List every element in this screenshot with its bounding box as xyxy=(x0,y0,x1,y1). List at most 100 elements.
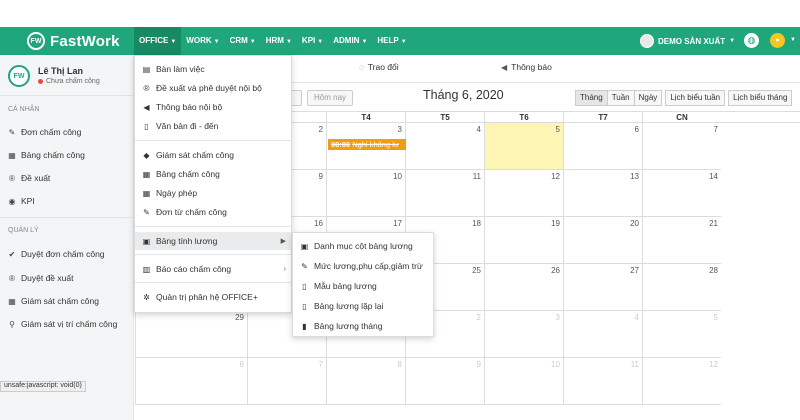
view-month-button[interactable]: Tháng xyxy=(575,90,608,106)
day-number: 3 xyxy=(555,313,560,322)
calendar-icon: ▦ xyxy=(8,296,16,306)
calendar-day[interactable]: 6 xyxy=(563,123,642,170)
nav-label: WORK xyxy=(186,36,212,45)
calendar-day[interactable]: 10 xyxy=(484,358,563,405)
menu-item-ngay-phep[interactable]: ▦ Ngày phép xyxy=(135,184,291,202)
status-text: Chưa chấm công xyxy=(46,78,100,85)
tab-thong-bao[interactable]: ◀ Thông báo xyxy=(501,62,552,72)
calendar-day[interactable]: 14 xyxy=(642,170,721,217)
menu-item-quan-tri[interactable]: ✲ Quản trị phân hệ OFFICE+ xyxy=(135,288,291,306)
menu-item-label: Quản trị phân hệ OFFICE+ xyxy=(156,292,258,302)
top-whitespace xyxy=(0,0,800,27)
app-window: FW FastWork OFFICE ▼ WORK ▼ CRM ▼ HRM ▼ KPI ▼… xyxy=(0,0,800,420)
logo[interactable]: FW FastWork xyxy=(27,32,120,50)
user-profile[interactable]: FW Lê Thị Lan Chưa chấm công xyxy=(8,63,128,91)
menu-item-bang-tinh-luong[interactable]: ▣ Bảng tính lương ▶ xyxy=(135,232,291,250)
sidebar-item-de-xuat[interactable]: ® Đề xuất xyxy=(6,169,131,187)
calendar-day-today[interactable]: 5 xyxy=(484,123,563,170)
sidebar-item-duyet-de-xuat[interactable]: ® Duyệt đề xuất xyxy=(6,269,131,287)
nav-work[interactable]: WORK ▼ xyxy=(181,27,224,55)
nav-admin[interactable]: ADMIN ▼ xyxy=(328,27,372,55)
company-avatar xyxy=(640,34,654,48)
document-icon: ▯ xyxy=(144,121,149,131)
menu-item-de-xuat-phe-duyet[interactable]: ® Đề xuất và phê duyệt nội bộ xyxy=(135,79,291,97)
globe-icon[interactable]: ◍ xyxy=(744,33,759,48)
menu-item-label: Bàn làm việc xyxy=(156,64,205,74)
view-month-agenda-button[interactable]: Lịch biểu tháng xyxy=(728,90,793,106)
calendar-day[interactable]: 13 xyxy=(563,170,642,217)
calendar-day[interactable]: 27 xyxy=(563,264,642,311)
calendar-day[interactable]: 7 xyxy=(642,123,721,170)
tab-trao-doi[interactable]: ◌ Trao đổi xyxy=(359,62,399,72)
calendar-day[interactable]: 10 xyxy=(326,170,405,217)
day-number: 6 xyxy=(634,125,639,134)
calendar-day[interactable]: 12 xyxy=(484,170,563,217)
day-number: 20 xyxy=(630,219,639,228)
calendar-day[interactable]: 3 xyxy=(484,311,563,358)
calendar-day[interactable]: 7 xyxy=(247,358,326,405)
user-menu-icon[interactable]: ● xyxy=(770,33,785,48)
day-number: 14 xyxy=(709,172,718,181)
menu-item-bang-cham-cong[interactable]: ▦ Bảng chấm công xyxy=(135,165,291,183)
calendar-day[interactable]: 19 xyxy=(484,217,563,264)
calendar-day[interactable]: 8 xyxy=(326,358,405,405)
sidebar-item-duyet-don[interactable]: ✔ Duyệt đơn chấm công xyxy=(6,245,131,263)
calendar-event[interactable]: 00:00 Nghỉ không lư xyxy=(328,139,406,150)
menu-item-thong-bao-noi-bo[interactable]: ◀ Thông báo nội bộ xyxy=(135,98,291,116)
calendar-day[interactable]: 28 xyxy=(642,264,721,311)
calendar-icon: ▦ xyxy=(142,188,151,198)
registered-icon: ® xyxy=(9,173,15,183)
nav-hrm[interactable]: HRM ▼ xyxy=(261,27,297,55)
nav-office[interactable]: OFFICE ▼ xyxy=(134,27,182,55)
menu-item-van-ban[interactable]: ▯ Văn bản đi - đến xyxy=(135,117,291,135)
sidebar-item-don-cham-cong[interactable]: ✎ Đơn chấm công xyxy=(6,123,131,141)
calendar-day[interactable]: 4 xyxy=(563,311,642,358)
calendar-day[interactable]: 26 xyxy=(484,264,563,311)
calendar-day[interactable]: 20 xyxy=(563,217,642,264)
menu-item-ban-lam-viec[interactable]: ▤ Bàn làm việc xyxy=(135,60,291,78)
calendar-day[interactable]: 6 xyxy=(135,358,247,405)
today-button[interactable]: Hôm nay xyxy=(307,90,354,106)
day-number: 25 xyxy=(472,266,481,275)
view-day-button[interactable]: Ngày xyxy=(633,90,663,106)
sidebar-item-kpi[interactable]: ◉ KPI xyxy=(6,192,131,210)
calendar-day[interactable]: 9 xyxy=(405,358,484,405)
menu-item-giam-sat-cham-cong[interactable]: ◆ Giám sát chấm công xyxy=(135,146,291,164)
nav-crm[interactable]: CRM ▼ xyxy=(225,27,261,55)
day-number: 2 xyxy=(476,313,481,322)
menu-item-don-tu-cham-cong[interactable]: ✎ Đơn từ chấm công xyxy=(135,203,291,221)
day-number: 29 xyxy=(235,313,244,322)
menu-divider xyxy=(135,282,291,283)
day-number: 28 xyxy=(709,266,718,275)
submenu-item-danh-muc-cot[interactable]: ▣ Danh mục cột bảng lương xyxy=(293,237,433,255)
nav-kpi[interactable]: KPI ▼ xyxy=(297,27,328,55)
weekday-header: CN xyxy=(642,112,721,123)
submenu-item-muc-luong[interactable]: ✎ Mức lương,phụ cấp,giảm trừ xyxy=(293,257,433,275)
calendar-day[interactable]: 12 xyxy=(642,358,721,405)
calendar-day[interactable]: 11 xyxy=(563,358,642,405)
company-name: DEMO SẢN XUẤT xyxy=(658,36,726,46)
megaphone-icon: ◀ xyxy=(143,102,150,112)
day-number: 21 xyxy=(709,219,718,228)
menu-item-bao-cao-cham-cong[interactable]: ▥ Báo cáo chấm công › xyxy=(135,260,291,278)
company-switcher[interactable]: DEMO SẢN XUẤT ▼ xyxy=(640,33,735,49)
view-week-button[interactable]: Tuần xyxy=(606,90,635,106)
caret-down-icon: ▼ xyxy=(170,39,177,45)
submenu-item-mau-bang-luong[interactable]: ▯ Mẫu bảng lương xyxy=(293,277,433,295)
sidebar-item-giam-sat[interactable]: ▦ Giám sát chấm công xyxy=(6,292,131,310)
sidebar-item-bang-cham-cong[interactable]: ▦ Bảng chấm công xyxy=(6,146,131,164)
submenu-item-bang-luong-lap-lai[interactable]: ▯ Bảng lương lặp lại xyxy=(293,297,433,315)
calendar-day[interactable]: 29 xyxy=(135,311,247,358)
sidebar: FW Lê Thị Lan Chưa chấm công CÁ NHÂN ✎ Đơ… xyxy=(0,55,134,420)
calendar-day[interactable]: 21 xyxy=(642,217,721,264)
menu-item-label: Giám sát chấm công xyxy=(156,150,234,160)
calendar-day[interactable]: 11 xyxy=(405,170,484,217)
calendar-day[interactable]: 5 xyxy=(642,311,721,358)
day-number: 11 xyxy=(472,172,481,181)
nav-help[interactable]: HELP ▼ xyxy=(372,27,411,55)
submenu-item-bang-luong-thang[interactable]: ▮ Bảng lương tháng xyxy=(293,317,433,335)
sidebar-item-giam-sat-vi-tri[interactable]: ⚲ Giám sát vị trí chấm công xyxy=(6,315,131,333)
avatar: FW xyxy=(8,65,30,87)
view-week-agenda-button[interactable]: Lịch biểu tuần xyxy=(665,90,726,106)
calendar-day[interactable]: 4 xyxy=(405,123,484,170)
